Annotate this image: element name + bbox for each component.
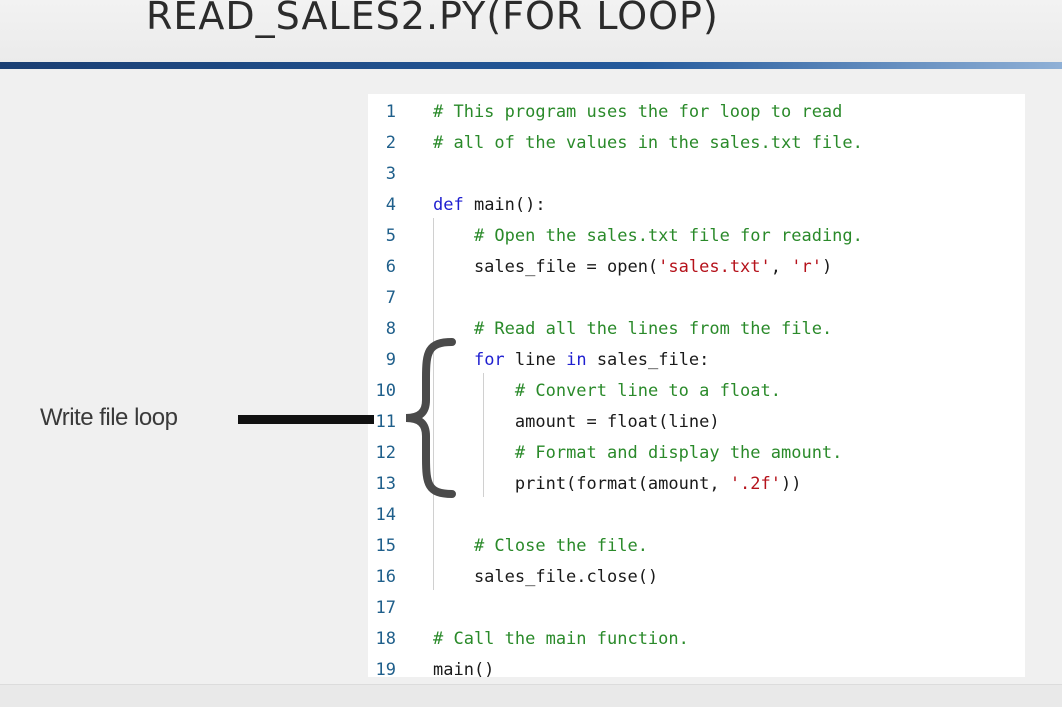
slide-title: READ_SALES2.PY(FOR LOOP) bbox=[146, 0, 719, 38]
code-token-comment: # Convert line to a float. bbox=[514, 381, 781, 401]
code-line: 9 for line in sales_file: bbox=[368, 345, 1025, 376]
annotation-label: Write file loop bbox=[40, 404, 178, 431]
code-token-plain: , bbox=[770, 257, 792, 277]
code-token-string: 'r' bbox=[791, 257, 822, 277]
code-line: 5 # Open the sales.txt file for reading. bbox=[368, 221, 1025, 252]
code-token-plain: sales_file: bbox=[586, 350, 710, 370]
code-line: 7 bbox=[368, 283, 1025, 314]
code-line: 12 # Format and display the amount. bbox=[368, 438, 1025, 469]
line-number: 13 bbox=[375, 474, 396, 494]
code-line: 2 # all of the values in the sales.txt fi… bbox=[368, 128, 1025, 159]
code-line: 1 # This program uses the for loop to rea… bbox=[368, 97, 1025, 128]
code-token-plain: sales_file.close() bbox=[433, 567, 659, 587]
code-line: 14 bbox=[368, 500, 1025, 531]
code-text: # Format and display the amount. bbox=[433, 438, 843, 469]
curly-brace-icon bbox=[405, 338, 456, 498]
code-line: 6 sales_file = open('sales.txt', 'r') bbox=[368, 252, 1025, 283]
code-text: sales_file.close() bbox=[433, 562, 658, 593]
line-number: 16 bbox=[375, 567, 396, 587]
code-token-keyword: in bbox=[566, 350, 587, 370]
code-text: sales_file = open('sales.txt', 'r') bbox=[433, 252, 832, 283]
code-token-comment: # Format and display the amount. bbox=[514, 443, 843, 463]
code-token-comment: # Call the main function. bbox=[433, 629, 689, 649]
line-number: 10 bbox=[375, 381, 396, 401]
line-number: 15 bbox=[375, 536, 396, 556]
code-token-plain: print(format(amount, bbox=[433, 474, 730, 494]
code-text: # Read all the lines from the file. bbox=[433, 314, 832, 345]
code-token-plain: main(): bbox=[463, 195, 546, 215]
line-number: 5 bbox=[385, 226, 396, 246]
code-token-plain: line bbox=[504, 350, 567, 370]
code-text: print(format(amount, '.2f')) bbox=[433, 469, 802, 500]
code-token-plain: main() bbox=[433, 660, 495, 680]
code-token-plain: sales_file = open( bbox=[433, 257, 659, 277]
code-token-string: '.2f' bbox=[729, 474, 781, 494]
code-text: for line in sales_file: bbox=[433, 345, 709, 376]
code-text: # all of the values in the sales.txt fil… bbox=[433, 128, 863, 159]
line-number: 4 bbox=[385, 195, 396, 215]
code-token-plain: amount = float(line) bbox=[433, 412, 720, 432]
line-number: 14 bbox=[375, 505, 396, 525]
code-token-plain: )) bbox=[781, 474, 802, 494]
code-token-comment: # This program uses the for loop to read bbox=[433, 102, 843, 122]
line-number: 9 bbox=[385, 350, 396, 370]
code-line: 8 # Read all the lines from the file. bbox=[368, 314, 1025, 345]
code-text: amount = float(line) bbox=[433, 407, 720, 438]
code-line: 3 bbox=[368, 159, 1025, 190]
code-text: # Convert line to a float. bbox=[433, 376, 781, 407]
code-line: 11 amount = float(line) bbox=[368, 407, 1025, 438]
code-text: main() bbox=[433, 655, 494, 686]
line-number: 3 bbox=[385, 164, 396, 184]
bottom-band bbox=[0, 684, 1062, 707]
line-number: 6 bbox=[385, 257, 396, 277]
line-number: 1 bbox=[385, 102, 396, 122]
line-number: 17 bbox=[375, 598, 396, 618]
title-rule bbox=[0, 62, 1062, 69]
code-token-plain: ) bbox=[821, 257, 833, 277]
code-text: # Call the main function. bbox=[433, 624, 689, 655]
code-token-comment: # Read all the lines from the file. bbox=[473, 319, 833, 339]
code-line: 19 main() bbox=[368, 655, 1025, 686]
line-number: 18 bbox=[375, 629, 396, 649]
code-text: # Open the sales.txt file for reading. bbox=[433, 221, 863, 252]
code-token-keyword: for bbox=[473, 350, 505, 370]
code-token-comment: # all of the values in the sales.txt fil… bbox=[433, 133, 863, 153]
code-text: # This program uses the for loop to read bbox=[433, 97, 842, 128]
line-number: 12 bbox=[375, 443, 396, 463]
code-line: 16 sales_file.close() bbox=[368, 562, 1025, 593]
title-band: READ_SALES2.PY(FOR LOOP) bbox=[0, 0, 1062, 62]
code-line: 15 # Close the file. bbox=[368, 531, 1025, 562]
line-number: 7 bbox=[385, 288, 396, 308]
code-line: 13 print(format(amount, '.2f')) bbox=[368, 469, 1025, 500]
code-panel: 1 # This program uses the for loop to rea… bbox=[368, 94, 1025, 680]
code-line: 10 # Convert line to a float. bbox=[368, 376, 1025, 407]
line-number: 19 bbox=[375, 660, 396, 680]
pointer-arrow bbox=[238, 415, 374, 424]
code-token-string: 'sales.txt' bbox=[658, 257, 771, 277]
line-number: 2 bbox=[385, 133, 396, 153]
code-token-keyword: def bbox=[433, 195, 464, 215]
code-line: 4 def main(): bbox=[368, 190, 1025, 221]
code-text: def main(): bbox=[433, 190, 546, 221]
code-text: # Close the file. bbox=[433, 531, 648, 562]
line-number: 8 bbox=[385, 319, 396, 339]
code-token-comment: # Open the sales.txt file for reading. bbox=[473, 226, 863, 246]
code-token-comment: # Close the file. bbox=[473, 536, 648, 556]
code-line: 18 # Call the main function. bbox=[368, 624, 1025, 655]
code-line: 17 bbox=[368, 593, 1025, 624]
